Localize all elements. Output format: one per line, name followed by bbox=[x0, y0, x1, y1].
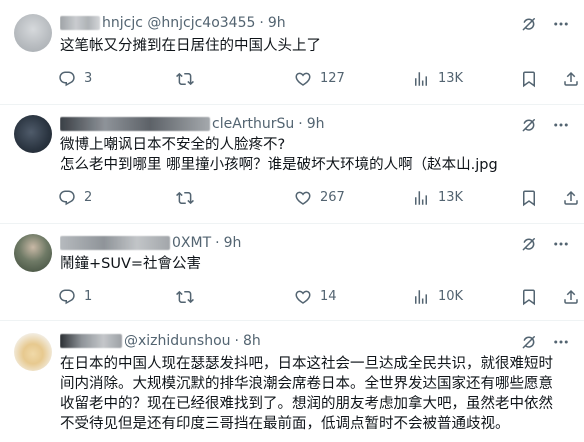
more-icon[interactable] bbox=[552, 235, 570, 253]
tweet-time[interactable]: 9h bbox=[268, 13, 286, 33]
retweet-button[interactable] bbox=[176, 287, 202, 307]
more-icon[interactable] bbox=[552, 116, 570, 134]
separator-dot: · bbox=[298, 116, 303, 132]
reply-button[interactable]: 2 bbox=[58, 188, 92, 208]
more-icon[interactable] bbox=[552, 333, 570, 351]
redacted-name bbox=[60, 117, 210, 131]
tweet-2[interactable]: cleArthurSu · 9h 微博上嘲讽日本不安全的人脸疼不? 怎么老中到哪… bbox=[0, 105, 584, 223]
reply-icon bbox=[58, 70, 76, 88]
retweet-icon bbox=[176, 70, 194, 88]
bookmark-icon bbox=[520, 288, 538, 306]
reply-icon bbox=[58, 288, 76, 306]
avatar[interactable] bbox=[14, 234, 52, 272]
views-count: 13K bbox=[438, 71, 464, 86]
grok-icon[interactable] bbox=[520, 116, 538, 134]
redacted-name bbox=[60, 236, 170, 250]
views-count: 10K bbox=[438, 289, 464, 304]
reply-button[interactable]: 3 bbox=[58, 69, 92, 89]
tweet-actions: 2 267 13K bbox=[58, 188, 578, 208]
share-button[interactable] bbox=[562, 69, 584, 89]
avatar[interactable] bbox=[14, 14, 52, 52]
retweet-button[interactable] bbox=[176, 188, 202, 208]
views-button[interactable]: 13K bbox=[412, 188, 463, 208]
bookmark-button[interactable] bbox=[520, 188, 546, 208]
avatar[interactable] bbox=[14, 115, 52, 153]
like-button[interactable]: 14 bbox=[294, 287, 337, 307]
bookmark-icon bbox=[520, 70, 538, 88]
tweet-text: 在日本的中国人现在瑟瑟发抖吧，日本这社会一旦达成全民共识，就很难短时 间内消除。… bbox=[60, 354, 570, 434]
tweet-line: 在日本的中国人现在瑟瑟发抖吧，日本这社会一旦达成全民共识，就很难短时 bbox=[60, 356, 553, 372]
separator-dot: · bbox=[215, 235, 220, 251]
tweet-header: hnjcjc @hnjcjc4o3455 · 9h bbox=[60, 13, 544, 33]
tweet-text: 这笔帐又分摊到在日居住的中国人头上了 bbox=[60, 36, 570, 56]
separator-dot: · bbox=[234, 333, 239, 349]
tweet-line: 这笔帐又分摊到在日居住的中国人头上了 bbox=[60, 38, 321, 54]
grok-icon[interactable] bbox=[520, 333, 538, 351]
tweet-actions: 3 127 13K bbox=[58, 69, 578, 89]
redacted-name bbox=[60, 334, 122, 348]
tweet-header: @xizhidunshou · 8h bbox=[60, 331, 544, 351]
tweet-header: 0XMT · 9h bbox=[60, 233, 544, 253]
share-icon bbox=[562, 70, 580, 88]
bookmark-icon bbox=[520, 189, 538, 207]
retweet-button[interactable] bbox=[176, 69, 202, 89]
tweet-4[interactable]: @xizhidunshou · 8h 在日本的中国人现在瑟瑟发抖吧，日本这社会一… bbox=[0, 321, 584, 442]
views-icon bbox=[412, 288, 430, 306]
like-icon bbox=[294, 70, 312, 88]
tweet-actions: 1 14 10K bbox=[58, 287, 578, 307]
tweet-time[interactable]: 9h bbox=[307, 114, 325, 134]
grok-icon[interactable] bbox=[520, 235, 538, 253]
like-count: 267 bbox=[320, 190, 345, 205]
share-button[interactable] bbox=[562, 188, 584, 208]
like-button[interactable]: 127 bbox=[294, 69, 345, 89]
reply-icon bbox=[58, 189, 76, 207]
views-icon bbox=[412, 189, 430, 207]
tweet-line: 收留老中的？现在已经很难找到了。想润的朋友考虑加拿大吧，虽然老中依然 bbox=[60, 396, 553, 412]
share-button[interactable] bbox=[562, 287, 584, 307]
tweet-handle[interactable]: @xizhidunshou bbox=[124, 331, 231, 351]
reply-count: 2 bbox=[84, 190, 93, 205]
tweet-header: cleArthurSu · 9h bbox=[60, 114, 544, 134]
tweet-text: 鬧鐘+SUV=社會公害 bbox=[60, 254, 570, 274]
like-icon bbox=[294, 288, 312, 306]
bookmark-button[interactable] bbox=[520, 287, 546, 307]
tweet-line: 鬧鐘+SUV=社會公害 bbox=[60, 256, 202, 272]
more-icon[interactable] bbox=[552, 15, 570, 33]
tweet-line: 怎么老中到哪里 哪里撞小孩啊？谁是破坏大环境的人啊（赵本山.jpg bbox=[60, 157, 498, 173]
tweet-line: 不受待见但是还有印度三哥挡在最前面，低调点暂时不会被普通歧视。 bbox=[60, 416, 510, 432]
retweet-icon bbox=[176, 288, 194, 306]
views-button[interactable]: 10K bbox=[412, 287, 463, 307]
reply-count: 1 bbox=[84, 289, 93, 304]
tweet-time[interactable]: 8h bbox=[243, 331, 261, 351]
tweet-handle[interactable]: hnjcjc @hnjcjc4o3455 bbox=[102, 13, 255, 33]
tweet-line: 间内消除。大规模沉默的排华浪潮会席卷日本。全世界发达国家还有哪些愿意 bbox=[60, 376, 553, 392]
tweet-handle[interactable]: cleArthurSu bbox=[212, 114, 294, 134]
avatar[interactable] bbox=[14, 333, 52, 371]
bookmark-button[interactable] bbox=[520, 69, 546, 89]
share-icon bbox=[562, 288, 580, 306]
tweet-1[interactable]: hnjcjc @hnjcjc4o3455 · 9h 这笔帐又分摊到在日居住的中国… bbox=[0, 0, 584, 104]
tweet-time[interactable]: 9h bbox=[224, 233, 242, 253]
reply-button[interactable]: 1 bbox=[58, 287, 92, 307]
views-count: 13K bbox=[438, 190, 464, 205]
tweet-text: 微博上嘲讽日本不安全的人脸疼不? 怎么老中到哪里 哪里撞小孩啊？谁是破坏大环境的… bbox=[60, 135, 570, 175]
redacted-name bbox=[60, 16, 100, 30]
separator-dot: · bbox=[259, 15, 264, 31]
like-icon bbox=[294, 189, 312, 207]
like-count: 127 bbox=[320, 71, 345, 86]
tweet-line: 微博上嘲讽日本不安全的人脸疼不? bbox=[60, 137, 286, 153]
like-button[interactable]: 267 bbox=[294, 188, 345, 208]
reply-count: 3 bbox=[84, 71, 93, 86]
tweet-3[interactable]: 0XMT · 9h 鬧鐘+SUV=社會公害 1 14 10K bbox=[0, 224, 584, 320]
like-count: 14 bbox=[320, 289, 337, 304]
views-icon bbox=[412, 70, 430, 88]
views-button[interactable]: 13K bbox=[412, 69, 463, 89]
tweet-handle[interactable]: 0XMT bbox=[172, 233, 211, 253]
grok-icon[interactable] bbox=[520, 15, 538, 33]
retweet-icon bbox=[176, 189, 194, 207]
share-icon bbox=[562, 189, 580, 207]
